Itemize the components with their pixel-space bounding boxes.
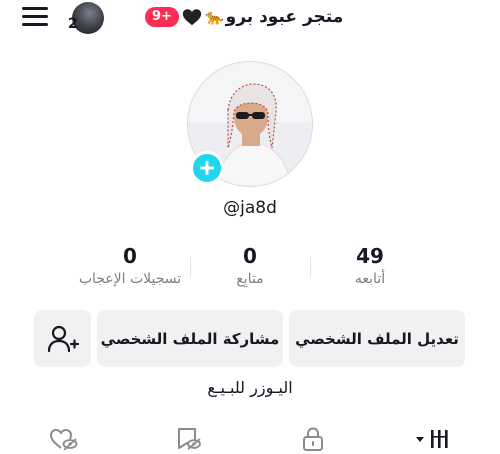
tab-videos[interactable] <box>414 424 456 454</box>
stat-following-label: أتابعه <box>354 271 386 287</box>
stat-followers[interactable]: 0 متابِع <box>190 243 310 287</box>
share-profile-button[interactable]: مشاركة الملف الشخصي <box>97 310 283 367</box>
stat-divider <box>310 257 311 277</box>
add-avatar-button[interactable] <box>190 151 224 185</box>
notification-badge[interactable]: 9+ <box>145 7 179 27</box>
profile-title-bar[interactable]: 9+ 🐆 متجر عبود برو <box>145 4 355 30</box>
profile-bio: اليـوزر للبـيـع <box>207 378 293 397</box>
page-title: متجر عبود برو <box>225 7 344 27</box>
stat-following-value: 49 <box>356 244 384 268</box>
hamburger-menu-icon[interactable] <box>22 6 48 28</box>
stat-followers-value: 0 <box>243 244 257 268</box>
hidden-bookmark-icon <box>178 428 201 450</box>
story-count: 2 <box>68 16 78 32</box>
stat-divider <box>190 257 191 277</box>
black-heart-icon <box>182 9 202 26</box>
lock-icon <box>303 427 323 451</box>
stat-likes[interactable]: 0 تسجيلات الإعجاب <box>70 243 190 287</box>
username: @ja8d <box>223 198 277 218</box>
videos-grid-icon <box>416 430 448 448</box>
tab-private[interactable] <box>296 424 330 454</box>
add-user-icon <box>47 325 79 352</box>
edit-profile-button[interactable]: تعديل الملف الشخصي <box>289 310 465 367</box>
stat-likes-label: تسجيلات الإعجاب <box>78 271 182 287</box>
stat-likes-value: 0 <box>123 244 137 268</box>
plus-icon <box>200 161 214 175</box>
leopard-emoji: 🐆 <box>204 8 224 26</box>
hidden-heart-icon <box>50 429 78 451</box>
stat-followers-label: متابِع <box>236 271 264 287</box>
add-friend-button[interactable] <box>34 310 91 367</box>
stat-following[interactable]: 49 أتابعه <box>310 243 430 287</box>
tab-liked[interactable] <box>47 424 81 454</box>
tab-saved[interactable] <box>172 424 206 454</box>
